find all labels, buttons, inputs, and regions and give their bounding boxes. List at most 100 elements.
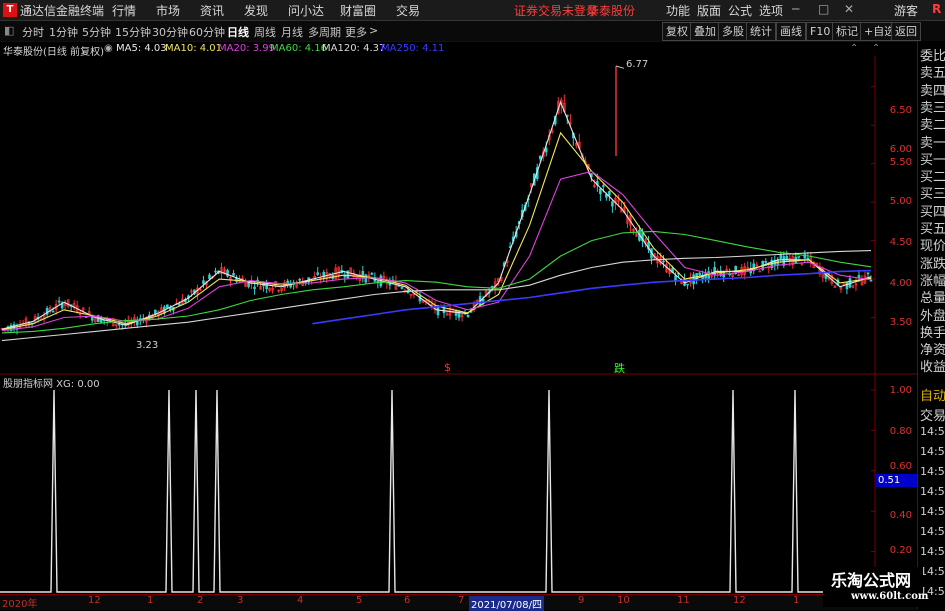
candle [277, 289, 280, 293]
period-15min[interactable]: 15分钟 [115, 24, 151, 40]
candle [154, 309, 157, 317]
chevron-up-icon-2[interactable]: ⌃ [872, 43, 880, 54]
user-label[interactable]: 游客 [894, 2, 918, 19]
chevron-right-icon[interactable]: > [369, 24, 378, 37]
candle [328, 272, 332, 280]
menu-wenxiaoda[interactable]: 问小达 [288, 2, 324, 19]
menu-hangqing[interactable]: 行情 [112, 2, 136, 19]
candle [466, 314, 470, 318]
quote-field-label: 卖三 [920, 100, 945, 116]
signal-mark-die: 跌 [614, 362, 625, 375]
period-weekly[interactable]: 周线 [254, 24, 276, 40]
candle [460, 312, 464, 322]
menu-jiaoyi[interactable]: 交易 [396, 2, 420, 19]
tool-back[interactable]: 返回 [891, 22, 921, 41]
ma-line-MA5 [1, 100, 872, 330]
menu-caifuquan[interactable]: 财富圈 [340, 2, 376, 19]
y-tick: 5.50 [889, 157, 912, 168]
period-monthly[interactable]: 月线 [281, 24, 303, 40]
ma-line-MA60 [1, 230, 872, 334]
x-label: 12 [733, 595, 746, 606]
watermark: 乐淘公式网 www.60lt.com [823, 567, 929, 607]
xg-indicator-line [0, 389, 875, 593]
minimize-icon[interactable]: ─ [792, 2, 799, 16]
period-30min[interactable]: 30分钟 [152, 24, 188, 40]
candle [758, 269, 762, 273]
candle [93, 317, 97, 324]
tool-diejia[interactable]: 叠加 [690, 22, 720, 41]
login-warning[interactable]: 证券交易未登录 [514, 2, 598, 19]
tool-f10[interactable]: F10 [806, 22, 835, 41]
menu-bar: T 通达信金融终端 行情 市场 资讯 发现 问小达 财富圈 交易 证券交易未登录… [0, 0, 945, 21]
quote-field-label: 买四 [920, 204, 945, 220]
menu-gongshi[interactable]: 公式 [728, 2, 752, 19]
indicator-plot [0, 389, 875, 593]
quote-field-label: 涨幅 [920, 273, 945, 289]
x-label: 1 [147, 595, 154, 606]
ma120-label: MA120: 4.37 [322, 43, 386, 54]
ma-line-MA120 [1, 250, 872, 342]
period-5min[interactable]: 5分钟 [82, 24, 111, 40]
close-icon[interactable]: ✕ [844, 2, 854, 16]
menu-banmian[interactable]: 版面 [697, 2, 721, 19]
quote-field-label: 卖一 [920, 135, 945, 151]
period-daily[interactable]: 日线 [227, 24, 249, 40]
menu-zixun[interactable]: 资讯 [200, 2, 224, 19]
r-badge-icon: R [932, 2, 942, 16]
settings-circle-icon[interactable]: ◉ [104, 43, 113, 54]
chevron-up-icon[interactable]: ⌃ [850, 43, 858, 54]
watermark-url: www.60lt.com [851, 591, 929, 602]
y-tick: 3.50 [889, 317, 912, 328]
candle [803, 250, 807, 264]
kline-chart[interactable] [0, 56, 917, 609]
signal-mark-dollar: $ [444, 361, 451, 374]
tool-biaoji[interactable]: 标记 [832, 22, 862, 41]
candle [349, 267, 353, 276]
maximize-icon[interactable]: □ [818, 2, 829, 16]
menu-gongneng[interactable]: 功能 [666, 2, 690, 19]
ma5-label: MA5: 4.03 [116, 43, 167, 54]
menu-xuanxiang[interactable]: 选项 [759, 2, 783, 19]
panel-toggle-icon[interactable]: ◧ [4, 24, 14, 37]
candle [725, 265, 728, 271]
tick-time: 14:56 [920, 445, 945, 458]
y-tick: 6.00 [889, 144, 912, 155]
period-multi[interactable]: 多周期 [308, 24, 341, 40]
menu-shichang[interactable]: 市场 [156, 2, 180, 19]
candle [845, 281, 849, 295]
period-more[interactable]: 更多 [345, 24, 367, 40]
ma-lines [1, 100, 872, 342]
candle [196, 284, 199, 300]
candle [63, 299, 67, 310]
period-fenshi[interactable]: 分时 [22, 24, 44, 40]
candle [430, 298, 434, 310]
candle [316, 266, 320, 276]
trade-mode-label: 自动 [920, 389, 945, 404]
x-label: 9 [578, 595, 585, 606]
candle [611, 199, 614, 213]
broker-name[interactable]: 华泰股份 [587, 2, 635, 19]
menu-faxian[interactable]: 发现 [244, 2, 268, 19]
period-60min[interactable]: 60分钟 [189, 24, 225, 40]
app-logo-icon: T [3, 3, 17, 17]
period-1min[interactable]: 1分钟 [49, 24, 78, 40]
indicator-title: 股朋指标网 XG: 0.00 [3, 379, 100, 390]
x-label: 1 [793, 595, 800, 606]
quote-field-label: 买一 [920, 152, 945, 168]
x-label: 6 [404, 595, 411, 606]
candle [382, 271, 386, 280]
ind-y-tick: 0.60 [889, 461, 912, 472]
candle [220, 262, 223, 280]
tool-fuquan[interactable]: 复权 [662, 22, 692, 41]
tool-duogu[interactable]: 多股 [718, 22, 748, 41]
y-tick: 6.50 [889, 105, 912, 116]
candle [809, 251, 813, 268]
candle [226, 268, 229, 278]
tool-huaxian[interactable]: 画线 [776, 22, 806, 41]
candle [241, 275, 244, 280]
tool-tongji[interactable]: 统计 [746, 22, 776, 41]
candle [364, 273, 368, 285]
quote-field-label: 现价 [920, 239, 945, 255]
candle [728, 268, 731, 277]
trade-mode-label: 交易 [920, 409, 945, 424]
